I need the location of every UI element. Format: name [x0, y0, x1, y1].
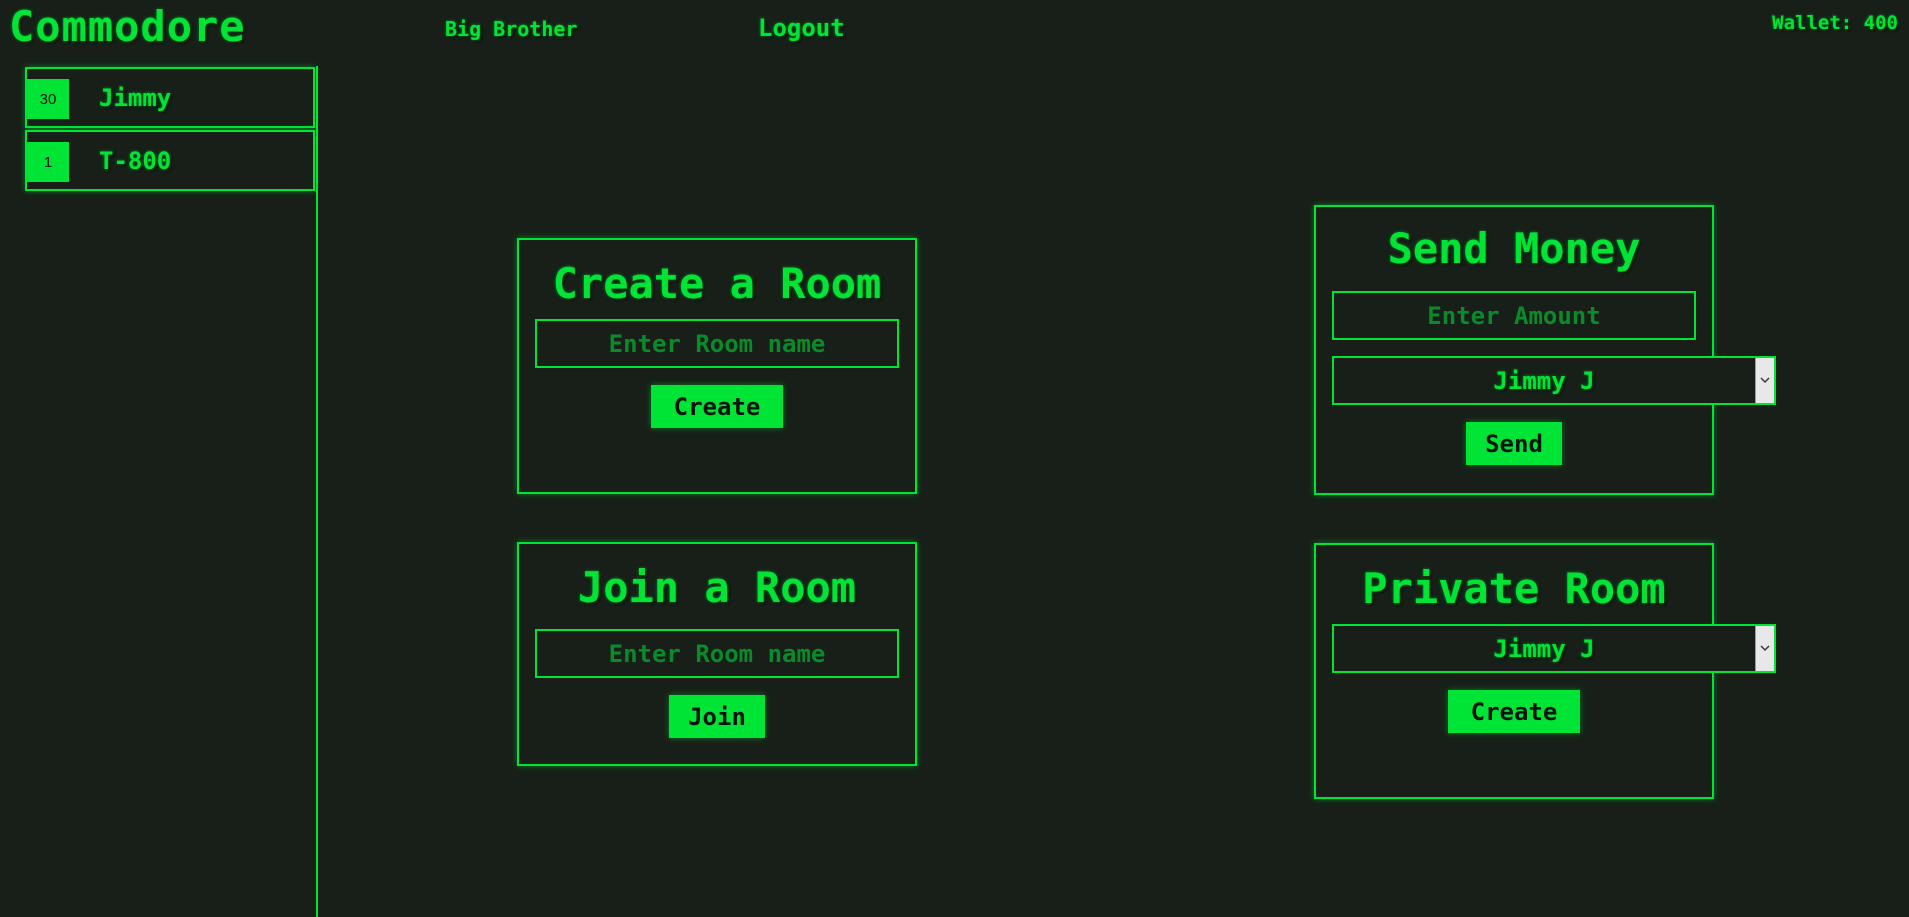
join-room-title: Join a Room [577, 563, 857, 612]
selected-user: Jimmy J [1493, 635, 1595, 663]
chevron-down-icon[interactable] [1755, 358, 1774, 403]
amount-input[interactable] [1332, 291, 1696, 340]
sidebar-user-jimmy[interactable]: 30 Jimmy [25, 67, 315, 128]
send-money-title: Send Money [1387, 224, 1641, 273]
join-room-button[interactable]: Join [669, 695, 765, 738]
join-room-card: Join a Room Join [517, 542, 917, 766]
chevron-down-icon[interactable] [1755, 626, 1774, 671]
nav-link-logout[interactable]: Logout [758, 14, 845, 42]
app-logo: Commodore [9, 2, 246, 51]
private-room-card: Private Room Jimmy J Create [1314, 543, 1776, 799]
send-money-button[interactable]: Send [1466, 422, 1562, 465]
sidebar-user-t-800[interactable]: 1 T-800 [25, 130, 315, 191]
create-room-card: Create a Room Create [517, 238, 917, 494]
selected-recipient: Jimmy J [1493, 367, 1595, 395]
private-room-title: Private Room [1362, 564, 1666, 613]
send-money-card: Send Money Jimmy J Send [1314, 205, 1776, 495]
nav-link-big-brother[interactable]: Big Brother [445, 17, 577, 41]
user-count-badge: 30 [27, 79, 69, 119]
user-name: Jimmy [99, 84, 172, 112]
join-room-name-input[interactable] [535, 629, 899, 678]
user-name: T-800 [99, 147, 172, 175]
sidebar: 30 Jimmy 1 T-800 [0, 66, 318, 917]
private-room-create-button[interactable]: Create [1448, 690, 1580, 733]
create-room-title: Create a Room [552, 259, 882, 308]
send-money-recipient-select[interactable]: Jimmy J [1332, 356, 1776, 405]
wallet-balance: Wallet: 400 [1772, 12, 1898, 34]
create-room-name-input[interactable] [535, 319, 899, 368]
create-room-button[interactable]: Create [651, 385, 783, 428]
user-count-badge: 1 [27, 142, 69, 182]
private-room-user-select[interactable]: Jimmy J [1332, 624, 1776, 673]
